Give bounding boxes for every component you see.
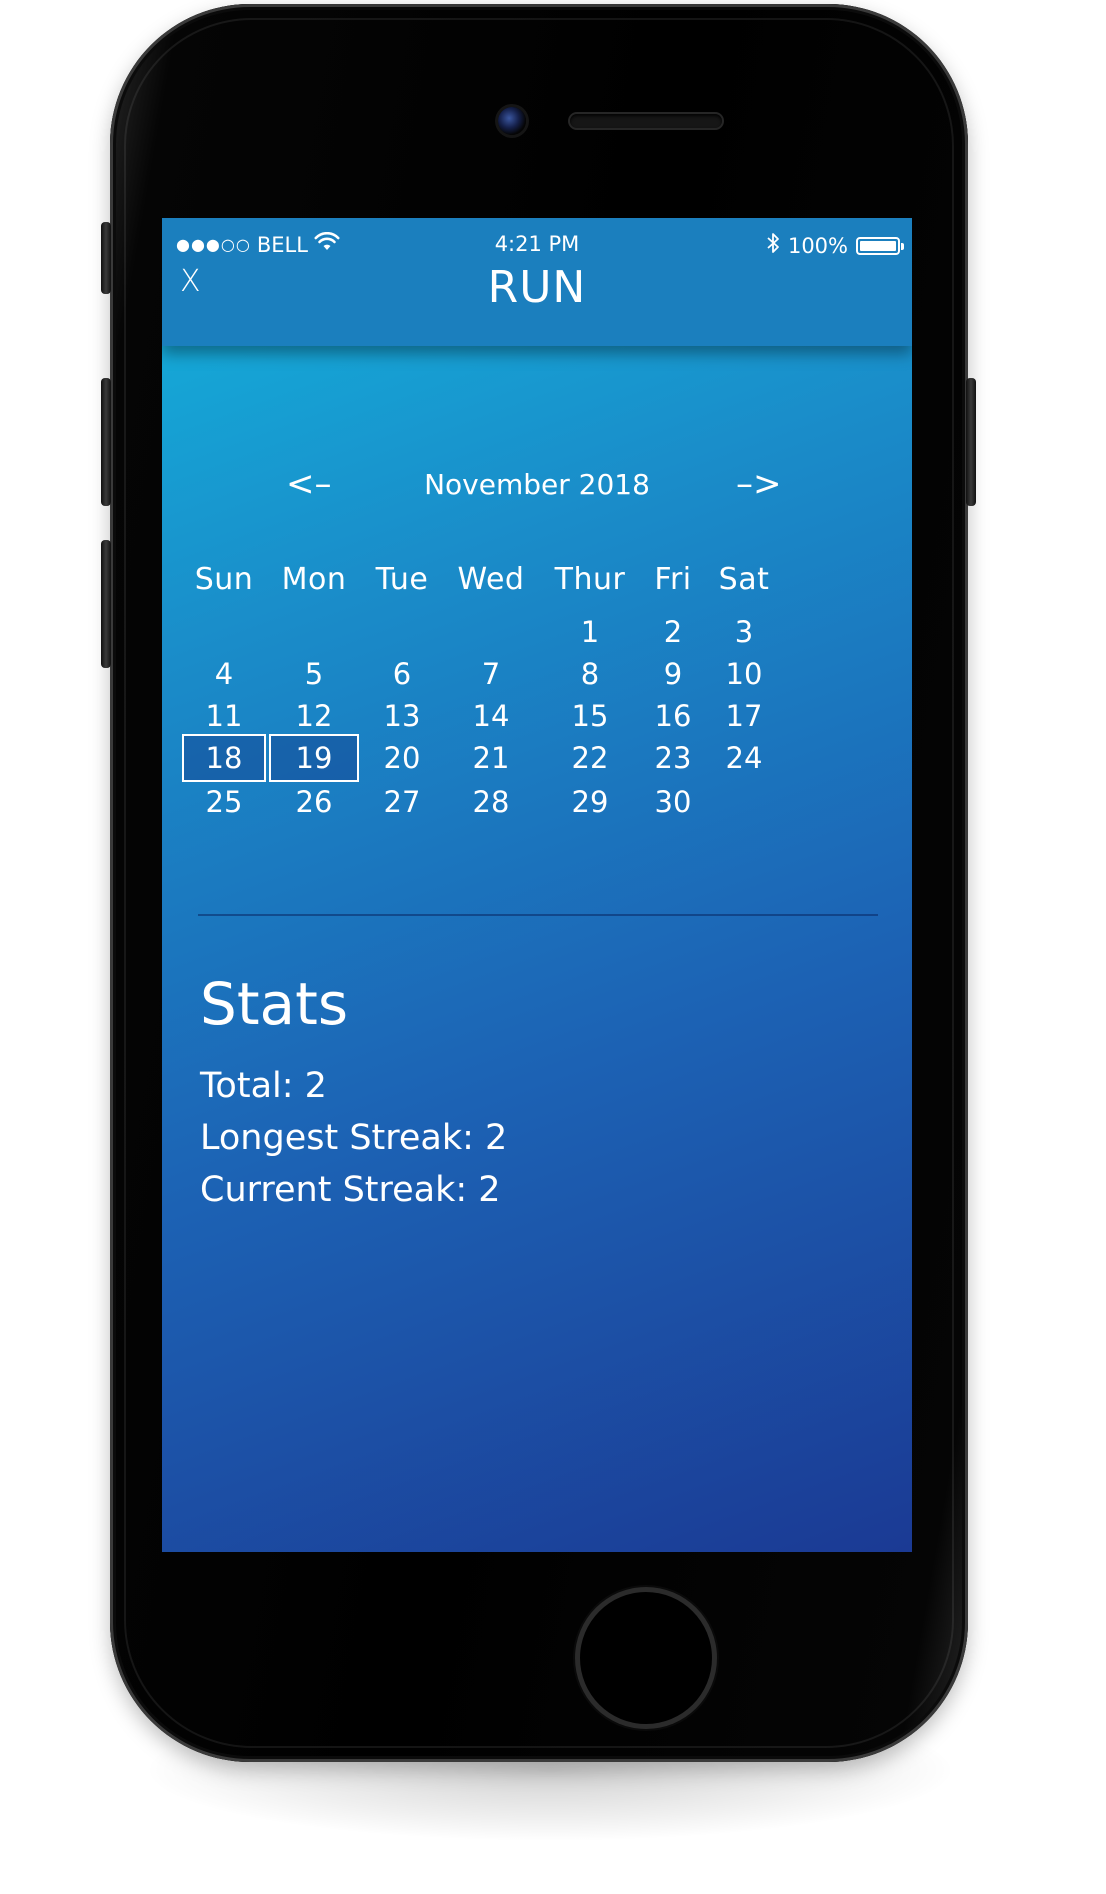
home-button[interactable] xyxy=(580,1592,712,1724)
calendar-day[interactable]: 17 xyxy=(726,694,763,738)
calendar-day[interactable]: 27 xyxy=(384,780,421,824)
calendar-week-row: 1 2 3 xyxy=(162,610,912,652)
status-bar: ●●●○○ BELL 4:21 PM 100% xyxy=(162,231,912,259)
calendar-week-row: 25 26 27 28 29 30 xyxy=(162,780,912,824)
calendar-day[interactable]: 6 xyxy=(393,652,411,696)
device-mockup: ●●●○○ BELL 4:21 PM 100% X RUN <– Novembe… xyxy=(0,0,1106,1894)
battery-percentage: 100% xyxy=(787,233,848,258)
calendar-day[interactable]: 7 xyxy=(482,652,500,696)
calendar-day[interactable]: 25 xyxy=(206,780,243,824)
navigation-bar: ●●●○○ BELL 4:21 PM 100% X RUN xyxy=(162,218,912,346)
stats-title: Stats xyxy=(200,970,349,1038)
stat-longest-streak: Longest Streak: 2 xyxy=(200,1118,508,1158)
weekday-label: Sat xyxy=(718,562,770,597)
volume-down-button[interactable] xyxy=(101,540,111,668)
month-navigation: <– November 2018 –> xyxy=(162,462,912,512)
calendar-day[interactable]: 10 xyxy=(726,652,763,696)
calendar-day-marked[interactable]: 19 xyxy=(269,734,359,782)
calendar-day[interactable]: 28 xyxy=(473,780,510,824)
weekday-label: Tue xyxy=(375,562,429,597)
calendar-day[interactable]: 30 xyxy=(655,780,692,824)
calendar-day[interactable]: 9 xyxy=(664,652,682,696)
calendar-week-row: 18 19 20 21 22 23 24 xyxy=(162,734,912,782)
weekday-label: Fri xyxy=(654,562,692,597)
calendar-day-marked[interactable]: 18 xyxy=(182,734,266,782)
volume-up-button[interactable] xyxy=(101,378,111,506)
calendar-day[interactable]: 20 xyxy=(384,736,421,780)
stat-current-streak: Current Streak: 2 xyxy=(200,1170,501,1210)
section-divider xyxy=(198,914,878,916)
calendar-day[interactable]: 14 xyxy=(473,694,510,738)
calendar-day[interactable]: 1 xyxy=(581,610,599,654)
front-camera xyxy=(498,107,526,135)
calendar-day[interactable]: 29 xyxy=(572,780,609,824)
calendar-day[interactable]: 8 xyxy=(581,652,599,696)
weekday-header-row: Sun Mon Tue Wed Thur Fri Sat xyxy=(162,558,912,610)
calendar-week-row: 4 5 6 7 8 9 10 xyxy=(162,652,912,694)
calendar-day[interactable]: 4 xyxy=(215,652,233,696)
earpiece-speaker xyxy=(570,114,722,128)
next-month-button[interactable]: –> xyxy=(736,464,782,504)
weekday-label: Mon xyxy=(281,562,347,597)
calendar-day[interactable]: 12 xyxy=(296,694,333,738)
calendar-day[interactable]: 11 xyxy=(206,694,243,738)
month-label: November 2018 xyxy=(424,468,650,501)
calendar-day[interactable]: 22 xyxy=(572,736,609,780)
battery-icon xyxy=(856,236,904,255)
calendar-day[interactable]: 23 xyxy=(655,736,692,780)
calendar-day[interactable]: 15 xyxy=(572,694,609,738)
calendar-day[interactable]: 13 xyxy=(384,694,421,738)
calendar-day[interactable]: 24 xyxy=(726,736,763,780)
power-button[interactable] xyxy=(966,378,976,506)
bluetooth-icon xyxy=(766,232,780,259)
app-screen: ●●●○○ BELL 4:21 PM 100% X RUN <– Novembe… xyxy=(162,218,912,1552)
weekday-label: Thur xyxy=(554,562,626,597)
calendar-day[interactable]: 16 xyxy=(655,694,692,738)
weekday-label: Wed xyxy=(457,562,525,597)
status-right: 100% xyxy=(766,232,904,259)
page-title: RUN xyxy=(487,262,587,313)
calendar-day[interactable]: 3 xyxy=(735,610,753,654)
calendar-day[interactable]: 26 xyxy=(296,780,333,824)
calendar-day[interactable]: 2 xyxy=(664,610,682,654)
calendar-day[interactable]: 5 xyxy=(305,652,323,696)
weekday-label: Sun xyxy=(194,562,254,597)
calendar-day[interactable]: 21 xyxy=(473,736,510,780)
calendar-week-row: 11 12 13 14 15 16 17 xyxy=(162,694,912,736)
stat-total: Total: 2 xyxy=(200,1066,327,1106)
calendar-grid: Sun Mon Tue Wed Thur Fri Sat 1 2 3 4 5 6 7 8 9 10 11 12 13 1… xyxy=(162,558,912,824)
mute-switch[interactable] xyxy=(101,222,111,294)
